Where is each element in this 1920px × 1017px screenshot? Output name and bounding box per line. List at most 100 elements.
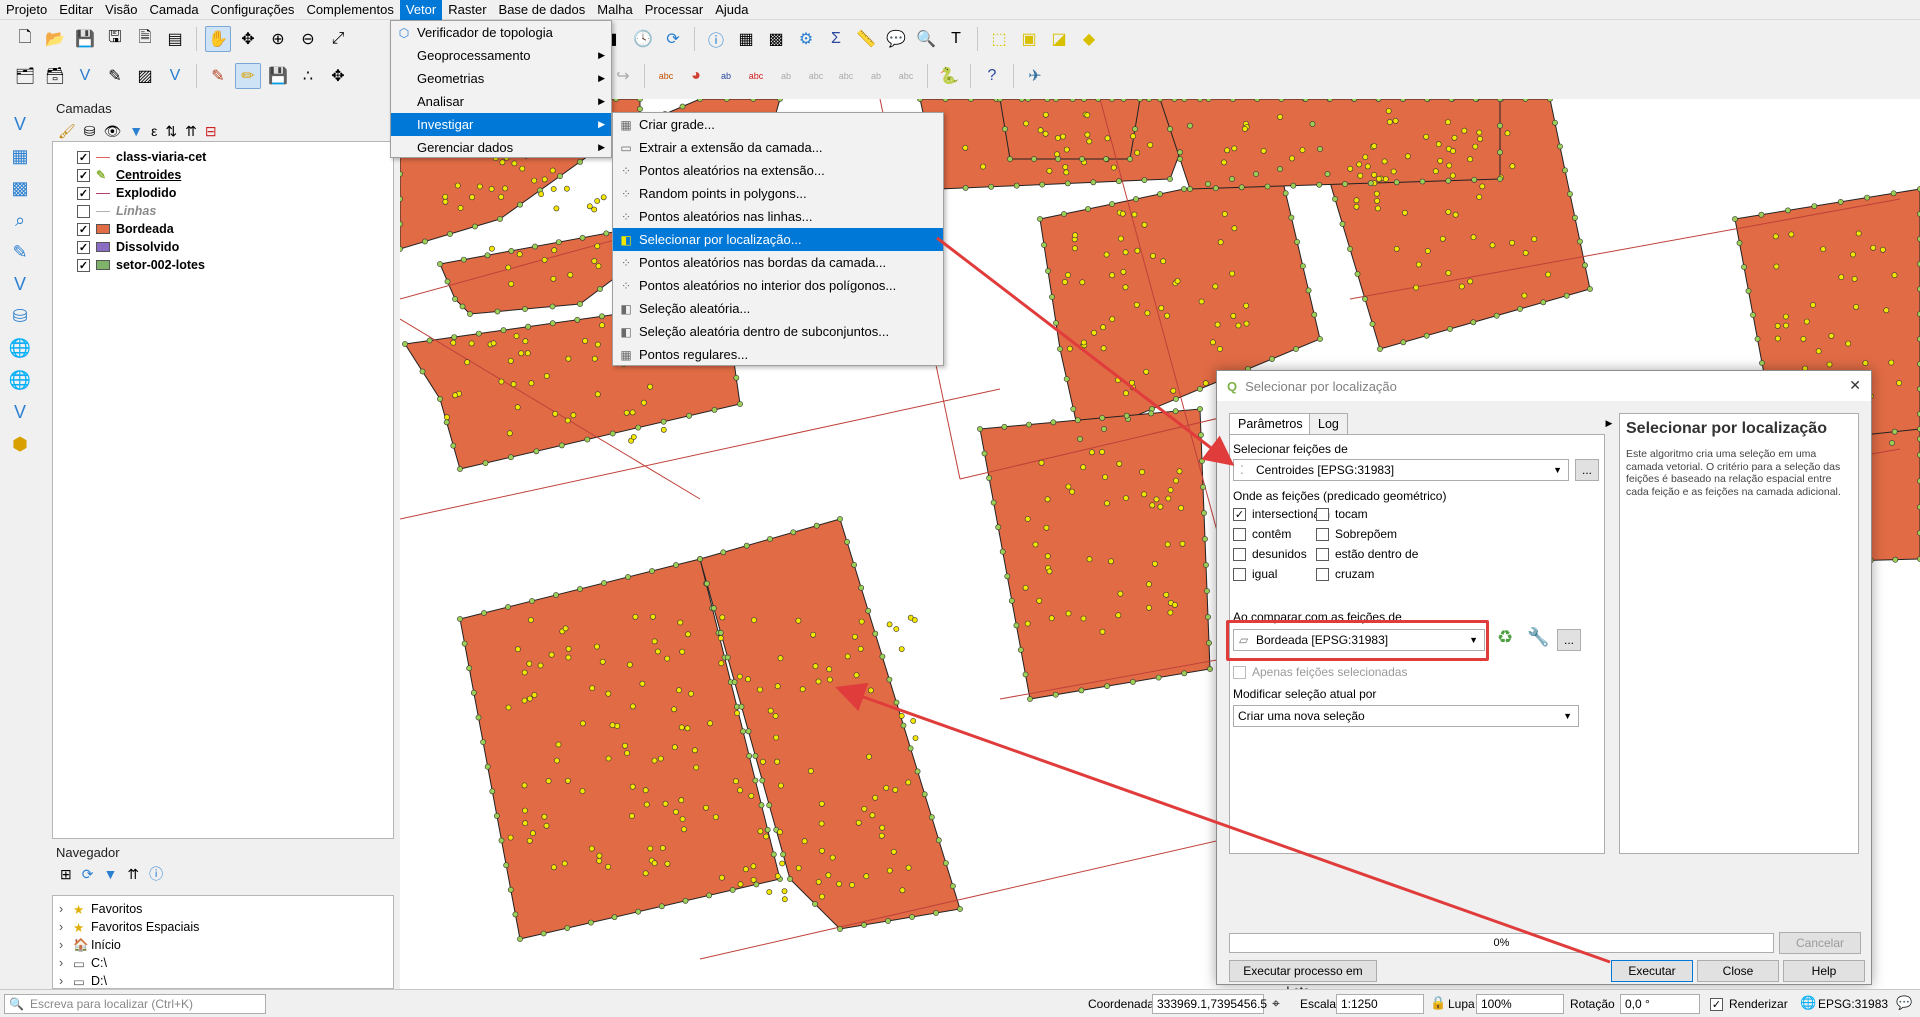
predicate-checkbox[interactable]: cruzam — [1316, 567, 1374, 581]
menu-ajuda[interactable]: Ajuda — [709, 0, 754, 20]
menu-item-gerenciar-dados[interactable]: Gerenciar dados ▶ — [391, 136, 611, 159]
expression-filter-icon[interactable]: ε — [151, 123, 157, 139]
expand-all-icon[interactable]: ⇅ — [165, 123, 177, 140]
rotate-label-icon[interactable]: abc — [803, 63, 829, 89]
menu-item-geometrias[interactable]: Geometrias ▶ — [391, 67, 611, 90]
submenu-item-random-points-in-polygons[interactable]: ⁘ Random points in polygons... — [613, 182, 943, 205]
rotation-field[interactable]: 0,0 ° — [1620, 994, 1700, 1014]
layer-visibility-checkbox[interactable]: ✓ — [77, 150, 90, 164]
save-as-icon[interactable]: 🖫 — [102, 26, 128, 52]
help-icon[interactable]: ? — [979, 63, 1005, 89]
select-by-value-icon[interactable]: ▣ — [1016, 26, 1042, 52]
menu-processar[interactable]: Processar — [639, 0, 710, 20]
scale-field[interactable]: 1:1250 — [1336, 994, 1424, 1014]
change-label-icon[interactable]: abc — [833, 63, 859, 89]
identify-icon[interactable]: ⓘ — [703, 26, 729, 52]
filter-icon[interactable]: ▼ — [103, 866, 117, 882]
select-all-icon[interactable]: ◆ — [1076, 26, 1102, 52]
navigator-item[interactable]: › ▭ D:\ — [59, 972, 393, 990]
filter-icon[interactable]: ▼ — [129, 123, 143, 139]
navigator-item[interactable]: › ▭ C:\ — [59, 954, 393, 972]
add-mesh-layer-icon[interactable]: ▩ — [7, 175, 33, 201]
layer-visibility-checkbox[interactable]: ✓ — [77, 222, 90, 236]
layout-manager-icon[interactable]: ▤ — [162, 26, 188, 52]
zoom-field[interactable]: 100% — [1476, 994, 1564, 1014]
submenu-item-pontos-aleat-rios-na-extens-o[interactable]: ⁘ Pontos aleatórios na extensão... — [613, 159, 943, 182]
submenu-item-pontos-aleat-rios-nas-linhas[interactable]: ⁘ Pontos aleatórios nas linhas... — [613, 205, 943, 228]
submenu-item-sele-o-aleat-ria[interactable]: ◧ Seleção aleatória... — [613, 297, 943, 320]
cancel-button[interactable]: Cancelar — [1779, 932, 1861, 954]
measure-icon[interactable]: 📏 — [853, 26, 879, 52]
menu-vetor[interactable]: Vetor — [399, 0, 443, 20]
locator-icon[interactable]: 🔍 — [913, 26, 939, 52]
remove-layer-icon[interactable]: ⊟ — [205, 123, 217, 140]
add-postgis-icon[interactable]: ⛁ — [7, 303, 33, 329]
zoom-out-icon[interactable]: ⊖ — [295, 26, 321, 52]
add-spatialite-icon[interactable]: V — [7, 271, 33, 297]
predicate-checkbox[interactable]: Sobrepõem — [1316, 527, 1397, 541]
render-checkbox[interactable]: ✓ Renderizar — [1710, 997, 1788, 1011]
menu-camada[interactable]: Camada — [143, 0, 204, 20]
layer-visibility-checkbox[interactable]: ✓ — [77, 168, 90, 182]
predicate-checkbox[interactable]: desunidos — [1233, 547, 1307, 561]
navigator-item[interactable]: › ★ Favoritos — [59, 900, 393, 918]
lock-scale-icon[interactable]: 🔒 — [1430, 995, 1446, 1011]
new-project-icon[interactable]: 🗋 — [12, 26, 38, 52]
input-layer-combo[interactable]: ⁚ Centroides [EPSG:31983] ▼ — [1233, 459, 1569, 481]
iterate-icon[interactable]: ♻ — [1497, 627, 1513, 648]
map-tips-icon[interactable]: 💬 — [883, 26, 909, 52]
layer-row[interactable]: ✓ ✎ Centroides — [77, 166, 393, 184]
new-virtual-layer-icon[interactable]: V — [162, 63, 188, 89]
locator-search[interactable]: 🔍 Escreva para localizar (Ctrl+K) — [4, 994, 266, 1014]
submenu-item-extrair-a-extens-o-da-camada[interactable]: ▭ Extrair a extensão da camada... — [613, 136, 943, 159]
deselect-icon[interactable]: ◪ — [1046, 26, 1072, 52]
save-project-icon[interactable]: 💾 — [72, 26, 98, 52]
move-label-icon[interactable]: ab — [773, 63, 799, 89]
messages-icon[interactable]: 💬 — [1896, 995, 1912, 1011]
coordinate-field[interactable]: 333969.1,7395456.5 — [1152, 994, 1267, 1014]
add-group-icon[interactable]: ⛁ — [84, 123, 96, 140]
new-shapefile-icon[interactable]: V — [72, 63, 98, 89]
pan-to-selection-icon[interactable]: ✥ — [235, 26, 261, 52]
diagram-icon[interactable]: ◕ — [683, 63, 709, 89]
open-project-icon[interactable]: 📂 — [42, 26, 68, 52]
help-button[interactable]: Help — [1783, 960, 1865, 982]
add-wfs-icon[interactable]: 🌐 — [7, 367, 33, 393]
add-vector-layer-icon[interactable]: V — [7, 111, 33, 137]
navigator-item[interactable]: › ★ Favoritos Espaciais — [59, 918, 393, 936]
submenu-item-criar-grade[interactable]: ▦ Criar grade... — [613, 113, 943, 136]
close-icon[interactable]: ✕ — [1849, 377, 1861, 394]
tab-log[interactable]: Log — [1309, 413, 1348, 435]
menu-item-analisar[interactable]: Analisar ▶ — [391, 90, 611, 113]
menu-raster[interactable]: Raster — [442, 0, 492, 20]
menu-item-geoprocessamento[interactable]: Geoprocessamento ▶ — [391, 44, 611, 67]
submenu-item-pontos-regulares[interactable]: ▦ Pontos regulares... — [613, 343, 943, 366]
menu-projeto[interactable]: Projeto — [0, 0, 53, 20]
pan-icon[interactable]: ✋ — [205, 26, 231, 52]
menu-base-de-dados[interactable]: Base de dados — [493, 0, 592, 20]
zoom-in-icon[interactable]: ⊕ — [265, 26, 291, 52]
layer-row[interactable]: Linhas — [77, 202, 393, 220]
menu-vis-o[interactable]: Visão — [99, 0, 143, 20]
add-gps-icon[interactable]: ✎ — [7, 239, 33, 265]
vertex-tool-icon[interactable]: ✥ — [325, 63, 351, 89]
predicate-checkbox[interactable]: igual — [1233, 567, 1277, 581]
crs-icon[interactable]: 🌐 — [1800, 995, 1816, 1011]
layer-row[interactable]: ✓ Dissolvido — [77, 238, 393, 256]
add-wms-icon[interactable]: 🌐 — [7, 335, 33, 361]
highlight-labels-icon[interactable]: abc — [743, 63, 769, 89]
show-hide-label-icon[interactable]: ab — [863, 63, 889, 89]
new-temp-layer-icon[interactable]: ✎ — [102, 63, 128, 89]
collapse-all-icon[interactable]: ⇈ — [185, 123, 197, 140]
add-point-icon[interactable]: ∴ — [295, 63, 321, 89]
style-manager-icon[interactable]: 🖌 — [58, 123, 76, 140]
predicate-checkbox[interactable]: estão dentro de — [1316, 547, 1418, 561]
field-calculator-icon[interactable]: ▩ — [763, 26, 789, 52]
collapse-icon[interactable]: ⇈ — [127, 866, 139, 883]
modify-selection-combo[interactable]: Criar uma nova seleção ▼ — [1233, 705, 1579, 727]
menu-item-investigar[interactable]: Investigar ▶ — [391, 113, 611, 136]
zoom-full-icon[interactable]: ⤢ — [325, 26, 351, 52]
temporal-icon[interactable]: 🕓 — [630, 26, 656, 52]
predicate-checkbox[interactable]: contêm — [1233, 527, 1291, 541]
input-layer-options-button[interactable]: ... — [1575, 459, 1599, 481]
